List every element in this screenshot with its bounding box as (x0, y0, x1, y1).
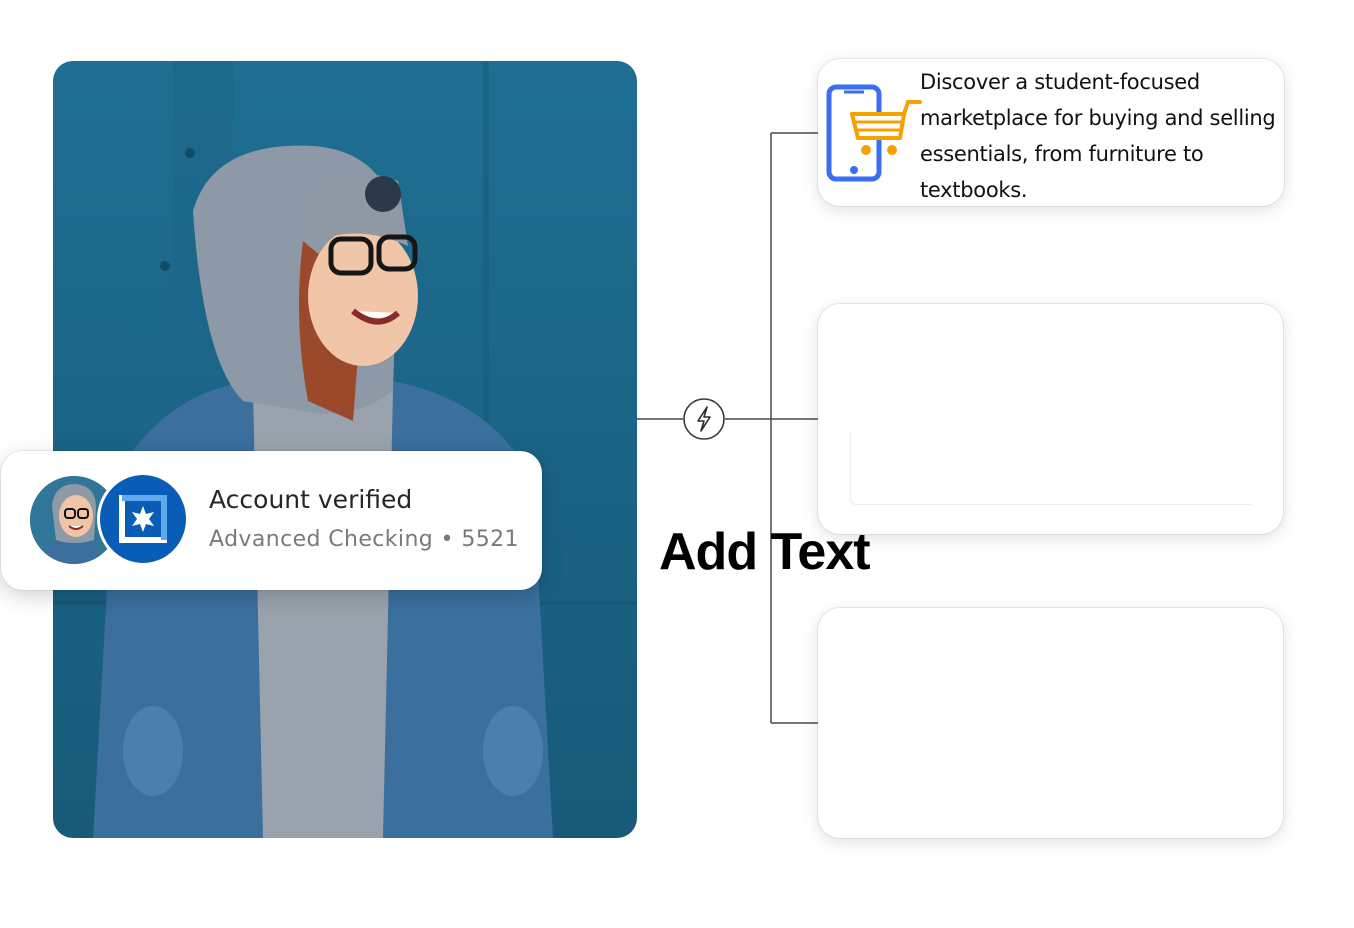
verified-subtitle: Advanced Checking • 5521 (209, 527, 519, 552)
phone-shopping-cart-icon (826, 84, 922, 186)
marketplace-description: Discover a student-focused marketplace f… (920, 70, 1276, 202)
feature-card-empty-1[interactable] (818, 304, 1283, 534)
bank-logo-icon (100, 475, 186, 563)
feature-card-empty-2[interactable] (818, 608, 1283, 838)
card-placeholder (850, 432, 1251, 505)
account-verified-card: Account verified Advanced Checking • 552… (1, 451, 542, 590)
add-text-label[interactable]: Add Text (659, 522, 871, 582)
verified-title: Account verified (209, 485, 413, 514)
lightning-bolt-icon (683, 398, 725, 440)
feature-card-marketplace[interactable]: Discover a student-focused marketplace f… (818, 59, 1284, 206)
